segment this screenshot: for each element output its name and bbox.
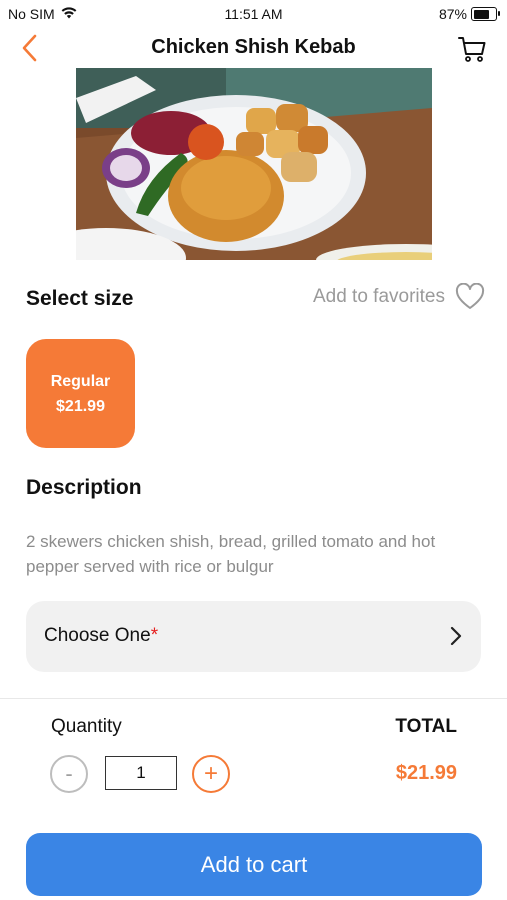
quantity-field[interactable]: 1 xyxy=(105,756,177,790)
page-title: Chicken Shish Kebab xyxy=(151,36,356,58)
decrease-quantity-button[interactable]: - xyxy=(50,755,88,793)
required-asterisk: * xyxy=(150,625,159,646)
add-to-cart-button[interactable]: Add to cart xyxy=(26,833,482,896)
choose-one-label: Choose One xyxy=(44,625,151,646)
size-option-regular[interactable]: Regular $21.99 xyxy=(26,339,135,448)
choose-one-label-row: Choose One* xyxy=(44,625,158,647)
total-price: $21.99 xyxy=(395,762,457,784)
divider xyxy=(0,698,507,699)
status-bar: No SIM 11:51 AM 87% xyxy=(0,0,507,28)
nav-header: Chicken Shish Kebab xyxy=(0,28,507,68)
battery-level xyxy=(473,9,490,19)
choose-one-selector[interactable]: Choose One* xyxy=(26,601,481,672)
status-time: 11:51 AM xyxy=(224,6,283,22)
battery-percent: 87% xyxy=(438,6,467,22)
size-option-name: Regular xyxy=(50,372,111,390)
chevron-right-icon xyxy=(450,626,462,646)
heart-icon xyxy=(455,283,485,309)
description-text: 2 skewers chicken shish, bread, grilled … xyxy=(26,532,436,576)
total-heading: TOTAL xyxy=(395,716,457,737)
dish-image xyxy=(76,68,432,260)
select-size-heading: Select size xyxy=(26,287,134,310)
status-right: 87% xyxy=(438,6,500,22)
quantity-heading: Quantity xyxy=(51,716,122,737)
cart-button[interactable] xyxy=(455,32,489,66)
increase-quantity-button[interactable]: + xyxy=(192,755,230,793)
description-heading: Description xyxy=(26,476,142,499)
battery-icon xyxy=(471,7,500,21)
favorites-label: Add to favorites xyxy=(312,286,445,307)
size-option-price: $21.99 xyxy=(56,397,105,415)
cart-icon xyxy=(458,37,486,62)
add-to-favorites-button[interactable]: Add to favorites xyxy=(313,283,485,311)
